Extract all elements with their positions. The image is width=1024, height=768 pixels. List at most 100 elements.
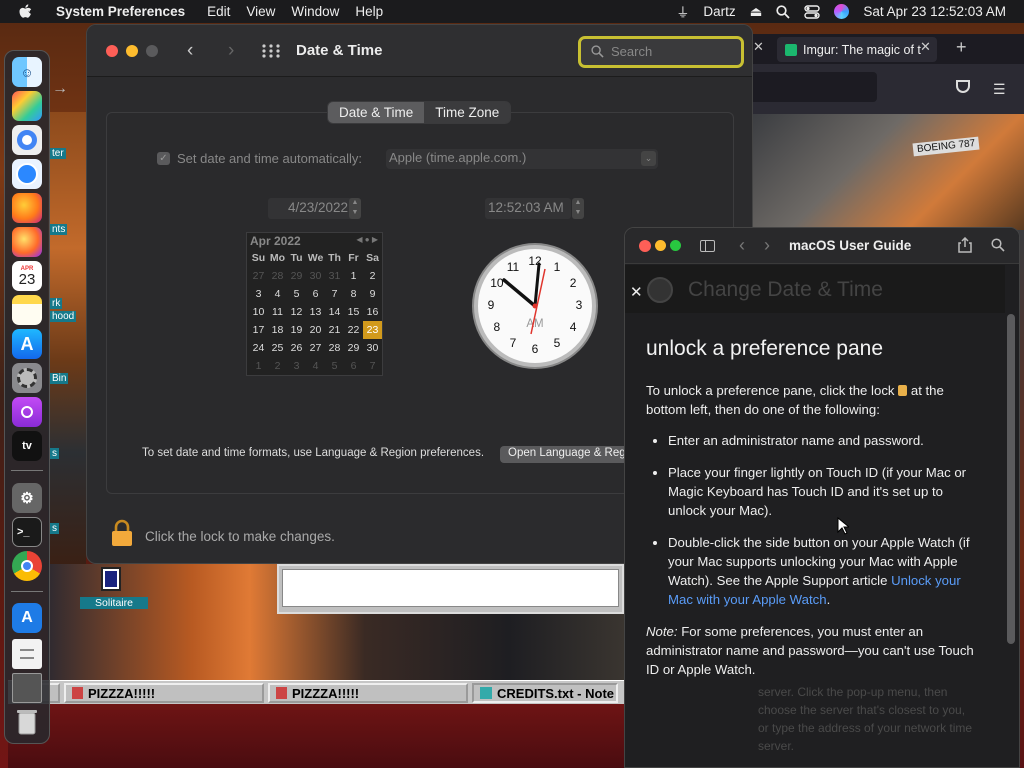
guide-close-button[interactable]: [639, 240, 651, 252]
calendar-day[interactable]: 3: [287, 357, 306, 375]
guide-back-icon[interactable]: ‹: [739, 235, 745, 256]
launchpad-icon[interactable]: [12, 91, 42, 121]
calendar-day[interactable]: 3: [249, 285, 268, 303]
calendar-day[interactable]: 14: [325, 303, 344, 321]
date-stepper[interactable]: ▲ ▼: [349, 198, 361, 219]
zoom-window-button[interactable]: [146, 45, 158, 57]
lock-icon[interactable]: [111, 519, 133, 547]
finder-icon[interactable]: ☺: [12, 57, 42, 87]
tab-time-zone[interactable]: Time Zone: [424, 102, 510, 123]
menubar-user[interactable]: Dartz: [703, 4, 735, 19]
guide-search-icon[interactable]: [991, 238, 1005, 252]
calendar-day[interactable]: 5: [325, 357, 344, 375]
menu-window[interactable]: Window: [283, 4, 347, 19]
eject-icon[interactable]: ⏏: [750, 4, 763, 20]
apple-tv-icon[interactable]: tv: [12, 431, 42, 461]
calendar-day[interactable]: 22: [344, 321, 363, 339]
calendar-day[interactable]: 5: [287, 285, 306, 303]
back-icon[interactable]: ‹: [187, 40, 193, 62]
calendar-day[interactable]: 25: [268, 339, 287, 357]
calendar-day[interactable]: 18: [268, 321, 287, 339]
menu-view[interactable]: View: [238, 4, 283, 19]
chrome-icon-1[interactable]: [12, 125, 42, 155]
siri-icon[interactable]: [834, 4, 850, 19]
minimize-window-button[interactable]: [126, 45, 138, 57]
browser-close-tab-icon[interactable]: ✕: [753, 39, 764, 55]
taskbar-item-pizzza-2[interactable]: PIZZZA!!!!!: [268, 683, 468, 703]
open-language-region-button[interactable]: Open Language & Regi: [500, 446, 630, 463]
calendar-day[interactable]: 1: [344, 267, 363, 285]
calendar-picker[interactable]: Apr 2022 ◀ ● ▶ Su Mo Tu We Th Fr Sa 27 28 29 30 31…: [246, 232, 383, 376]
menu-icon[interactable]: ☰: [993, 81, 1006, 98]
app-store-icon[interactable]: A: [12, 329, 42, 359]
calendar-day[interactable]: 29: [287, 267, 306, 285]
show-all-grid-icon[interactable]: [262, 44, 280, 58]
calendar-day[interactable]: 7: [325, 285, 344, 303]
calendar-day[interactable]: 15: [344, 303, 363, 321]
date-field[interactable]: 4/23/2022: [268, 198, 356, 219]
taskbar-item-credits[interactable]: CREDITS.txt - Note: [472, 683, 618, 703]
auto-time-checkbox[interactable]: ✓: [157, 152, 170, 165]
calendar-day[interactable]: 7: [363, 357, 382, 375]
time-field[interactable]: 12:52:03 AM: [485, 198, 571, 219]
calendar-day[interactable]: 16: [363, 303, 382, 321]
guide-forward-icon[interactable]: ›: [764, 235, 770, 256]
guide-zoom-button[interactable]: [670, 240, 681, 251]
tab-date-time[interactable]: Date & Time: [328, 102, 425, 123]
search-field[interactable]: Search: [578, 36, 744, 68]
taskbar-item-pizzza-1[interactable]: PIZZZA!!!!!: [64, 683, 264, 703]
calendar-icon[interactable]: APR 23: [12, 261, 42, 291]
calendar-day[interactable]: 6: [306, 285, 325, 303]
browser-back-arrow-icon[interactable]: →: [52, 80, 68, 98]
guide-scrollbar[interactable]: [1007, 314, 1015, 644]
forward-icon[interactable]: ›: [228, 40, 234, 62]
document-icon[interactable]: [12, 639, 42, 669]
calendar-day[interactable]: 24: [249, 339, 268, 357]
calendar-day[interactable]: 2: [268, 357, 287, 375]
calendar-day[interactable]: 1: [249, 357, 268, 375]
new-tab-icon[interactable]: +: [956, 37, 967, 58]
calendar-day[interactable]: 27: [306, 339, 325, 357]
menu-help[interactable]: Help: [347, 4, 391, 19]
menu-edit[interactable]: Edit: [193, 4, 238, 19]
firefox-nightly-icon[interactable]: [12, 227, 42, 257]
browser-tab[interactable]: Imgur: The magic of t: [777, 37, 937, 62]
calendar-day[interactable]: 31: [325, 267, 344, 285]
time-server-select[interactable]: Apple (time.apple.com.) ⌄: [386, 149, 658, 169]
calendar-day[interactable]: 21: [325, 321, 344, 339]
spotlight-search-icon[interactable]: [776, 4, 791, 19]
calendar-day[interactable]: 13: [306, 303, 325, 321]
calendar-day[interactable]: 6: [344, 357, 363, 375]
calendar-day[interactable]: 4: [268, 285, 287, 303]
system-preferences-icon[interactable]: [12, 363, 42, 393]
calendar-day[interactable]: 28: [268, 267, 287, 285]
terminal-icon[interactable]: >_: [12, 517, 42, 547]
calendar-day[interactable]: 26: [287, 339, 306, 357]
popover-close-icon[interactable]: ✕: [630, 283, 643, 301]
calendar-day[interactable]: 11: [268, 303, 287, 321]
calendar-day[interactable]: 29: [344, 339, 363, 357]
calendar-day[interactable]: 30: [363, 339, 382, 357]
firefox-icon[interactable]: [12, 193, 42, 223]
menubar-clock[interactable]: Sat Apr 23 12:52:03 AM: [863, 4, 1006, 19]
calendar-day[interactable]: 19: [287, 321, 306, 339]
calendar-day[interactable]: 4: [306, 357, 325, 375]
podcasts-icon[interactable]: [12, 397, 42, 427]
calendar-day[interactable]: 28: [325, 339, 344, 357]
calendar-day[interactable]: 20: [306, 321, 325, 339]
vpn-status-icon[interactable]: ⏚: [676, 2, 689, 21]
browser-tab-close-icon[interactable]: ✕: [920, 39, 931, 55]
calendar-nav-icon[interactable]: ◀ ● ▶: [356, 235, 378, 244]
guide-minimize-button[interactable]: [655, 240, 666, 251]
calendar-day[interactable]: 10: [249, 303, 268, 321]
calendar-day[interactable]: 30: [306, 267, 325, 285]
utility-app-icon[interactable]: ⚙: [12, 483, 42, 513]
calendar-day[interactable]: 17: [249, 321, 268, 339]
menubar-app-name[interactable]: System Preferences: [40, 4, 193, 19]
browser-urlbar[interactable]: [749, 72, 877, 102]
time-stepper[interactable]: ▲ ▼: [572, 198, 584, 219]
pocket-icon[interactable]: [956, 80, 970, 93]
control-center-icon[interactable]: [804, 4, 821, 19]
calendar-day[interactable]: 9: [363, 285, 382, 303]
chrome-icon-2[interactable]: [12, 551, 42, 581]
